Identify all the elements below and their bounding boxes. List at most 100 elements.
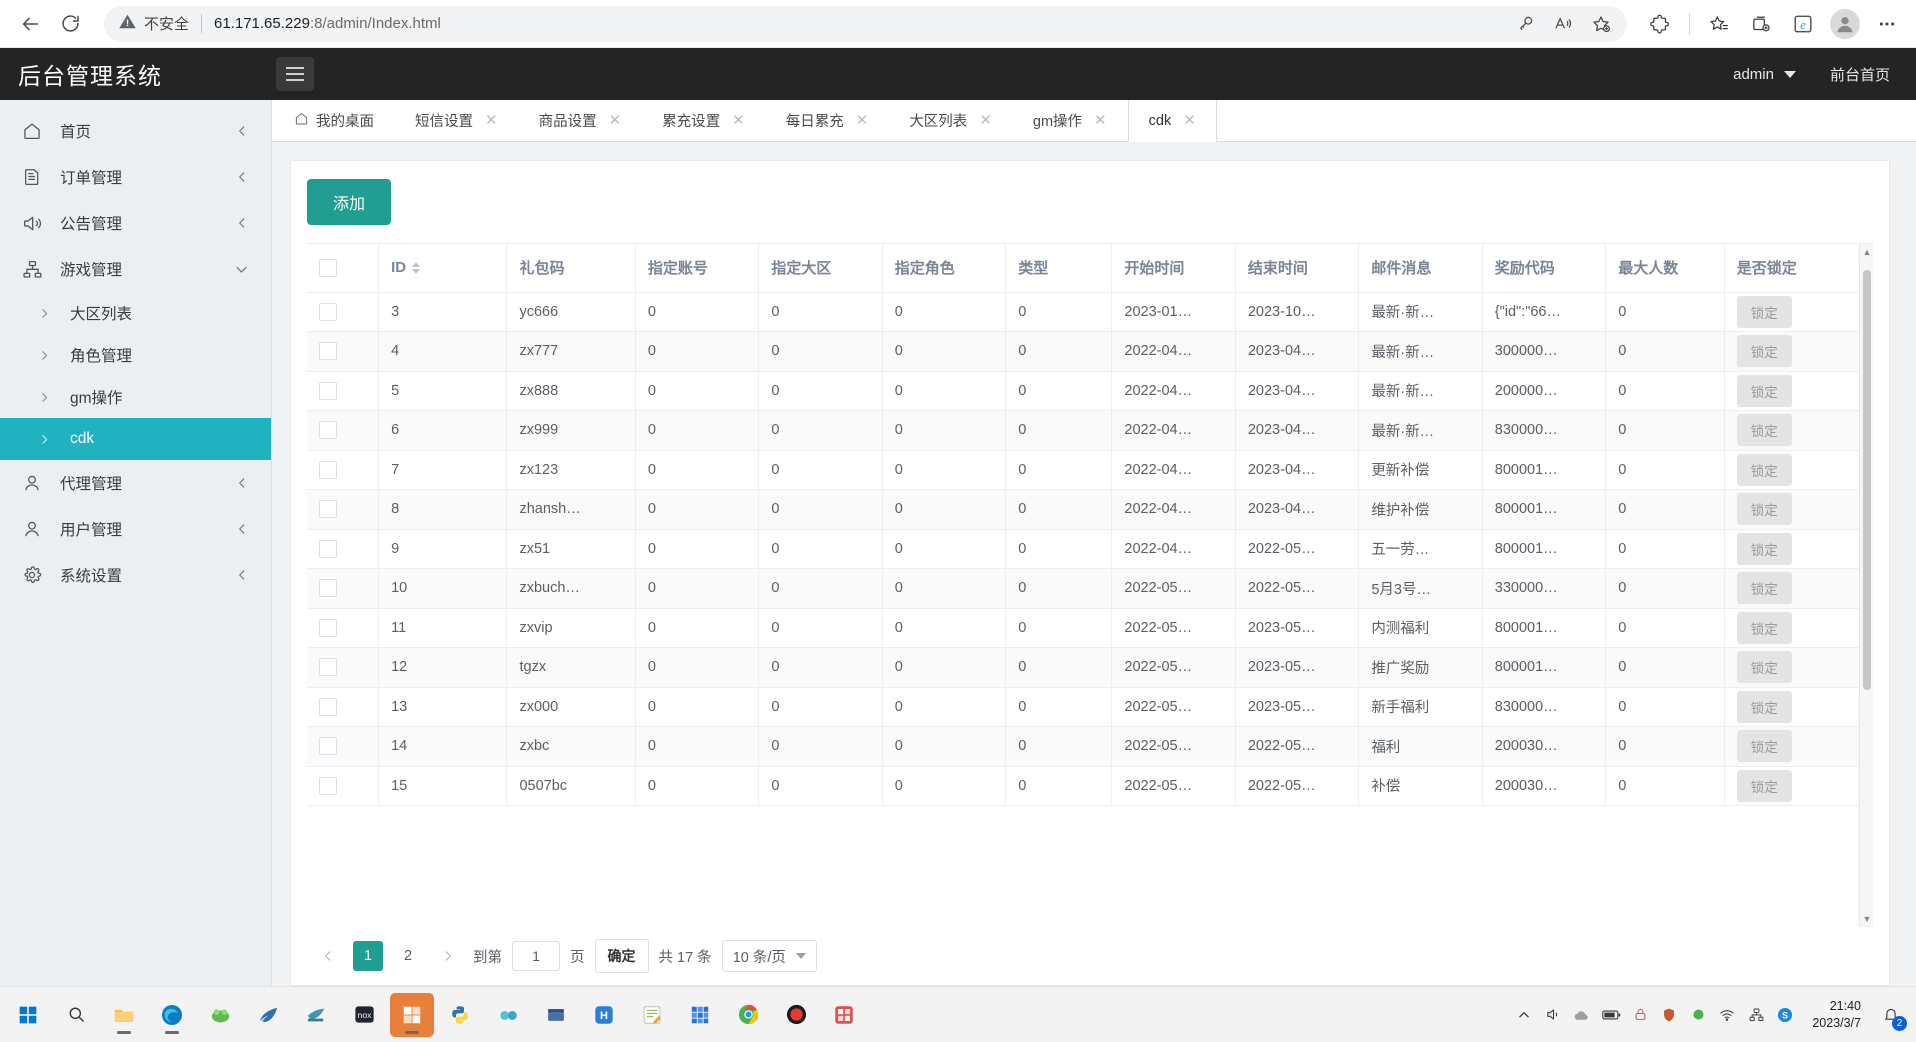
h-app-icon[interactable]: H [582,993,626,1037]
close-icon[interactable]: ✕ [1183,113,1196,128]
battery-icon[interactable] [1601,1005,1621,1025]
tab-region-list[interactable]: 大区列表 ✕ [889,100,1013,141]
column-id[interactable]: ID [379,244,507,292]
file-explorer-icon[interactable] [102,993,146,1037]
goto-page-input[interactable] [512,941,560,971]
security-indicator[interactable]: 不安全 [118,12,189,36]
lock-button[interactable]: 锁定 [1737,493,1792,525]
page-button-2[interactable]: 2 [393,941,423,971]
close-icon[interactable]: ✕ [1094,113,1107,128]
page-size-select[interactable]: 10 条/页 [722,940,817,972]
lock-button[interactable]: 锁定 [1737,651,1792,683]
row-checkbox[interactable] [319,737,337,755]
lock-button[interactable]: 锁定 [1737,335,1792,367]
row-checkbox[interactable] [319,342,337,360]
tab-daily-recharge[interactable]: 每日累充 ✕ [766,100,890,141]
app-cloud-icon[interactable] [486,993,530,1037]
sidebar-item-home[interactable]: 首页 [0,108,271,154]
app-pixel-icon[interactable] [678,993,722,1037]
tab-product-settings[interactable]: 商品设置 ✕ [519,100,643,141]
lock-button[interactable]: 锁定 [1737,572,1792,604]
sidebar-item-system-settings[interactable]: 系统设置 [0,552,271,598]
sort-icon[interactable] [412,262,420,274]
lock-button[interactable]: 锁定 [1737,691,1792,723]
table-vertical-scrollbar[interactable]: ▲ ▼ [1859,244,1873,927]
next-page-button[interactable] [433,941,463,971]
profile-icon[interactable] [1826,5,1864,43]
ie-mode-icon[interactable]: e [1784,5,1822,43]
row-checkbox[interactable] [319,500,337,518]
back-button[interactable] [10,4,50,44]
lock-button[interactable]: 锁定 [1737,612,1792,644]
python-icon[interactable] [438,993,482,1037]
lock-button[interactable]: 锁定 [1737,454,1792,486]
search-icon[interactable] [54,993,98,1037]
table-row[interactable]: 12tgzx00002022-05…2023-05…推广奖励800001…0锁定 [307,648,1873,688]
chrome-icon[interactable] [726,993,770,1037]
sidebar-item-game-management[interactable]: 游戏管理 [0,246,271,292]
volume-icon[interactable] [1543,1005,1563,1025]
app-window-icon[interactable] [534,993,578,1037]
row-checkbox[interactable] [319,698,337,716]
key-icon[interactable] [1513,12,1537,36]
table-row[interactable]: 7zx12300002022-04…2023-04…更新补偿800001…0锁定 [307,450,1873,490]
row-checkbox[interactable] [319,579,337,597]
lock-button[interactable]: 锁定 [1737,375,1792,407]
edge-icon[interactable] [150,993,194,1037]
sidebar-item-agent-management[interactable]: 代理管理 [0,460,271,506]
cloud-icon[interactable] [1572,1005,1592,1025]
row-checkbox[interactable] [319,540,337,558]
row-checkbox[interactable] [319,461,337,479]
sidebar-item-cdk[interactable]: cdk [0,418,271,460]
lock-icon[interactable] [1630,1005,1650,1025]
lock-button[interactable]: 锁定 [1737,770,1792,802]
row-checkbox[interactable] [319,658,337,676]
app-grid-icon[interactable] [822,993,866,1037]
row-checkbox[interactable] [319,382,337,400]
prev-page-button[interactable] [313,941,343,971]
lock-button[interactable]: 锁定 [1737,414,1792,446]
sidebar-item-gm-operations[interactable]: gm操作 [0,376,271,418]
reload-button[interactable] [50,4,90,44]
select-all-checkbox[interactable] [319,259,337,277]
favorites-icon[interactable] [1700,5,1738,43]
close-icon[interactable]: ✕ [979,113,992,128]
lock-button[interactable]: 锁定 [1737,730,1792,762]
table-row[interactable]: 11zxvip00002022-05…2023-05…内测福利800001…0锁… [307,608,1873,648]
row-checkbox[interactable] [319,777,337,795]
sidebar-item-announcements[interactable]: 公告管理 [0,200,271,246]
notepad-icon[interactable] [630,993,674,1037]
settings-more-icon[interactable] [1868,5,1906,43]
close-icon[interactable]: ✕ [732,113,745,128]
confirm-button[interactable]: 确定 [595,939,649,973]
table-row[interactable]: 6zx99900002022-04…2023-04…最新·新…830000…0锁… [307,411,1873,451]
shield-icon[interactable] [1659,1005,1679,1025]
table-row[interactable]: 5zx88800002022-04…2023-04…最新·新…200000…0锁… [307,371,1873,411]
sidebar-item-user-management[interactable]: 用户管理 [0,506,271,552]
front-page-link[interactable]: 前台首页 [1830,64,1890,85]
read-aloud-icon[interactable] [1551,12,1575,36]
table-row[interactable]: 8zhansh…00002022-04…2023-04…维护补偿800001…0… [307,490,1873,530]
lock-button[interactable]: 锁定 [1737,296,1792,328]
notification-center-button[interactable]: 2 [1878,1002,1904,1028]
app-blue-icon[interactable] [246,993,290,1037]
table-row[interactable]: 150507bc00002022-05…2022-05…补偿200030…0锁定 [307,766,1873,806]
nox-icon[interactable]: nox [342,993,386,1037]
tab-my-desktop[interactable]: 我的桌面 [280,100,395,141]
row-checkbox[interactable] [319,421,337,439]
close-icon[interactable]: ✕ [609,113,622,128]
address-bar[interactable]: 不安全 61.171.65.229:8/admin/Index.html [104,6,1627,42]
page-button-1[interactable]: 1 [353,941,383,971]
app-orange-active-icon[interactable] [390,993,434,1037]
tab-gm-operations[interactable]: gm操作 ✕ [1013,100,1128,141]
lock-button[interactable]: 锁定 [1737,533,1792,565]
table-row[interactable]: 4zx77700002022-04…2023-04…最新·新…300000…0锁… [307,332,1873,372]
hamburger-icon[interactable] [276,57,314,91]
sidebar-item-region-list[interactable]: 大区列表 [0,292,271,334]
table-row[interactable]: 3yc66600002023-01…2023-10…最新·新…{"id":"66… [307,292,1873,332]
sidebar-item-orders[interactable]: 订单管理 [0,154,271,200]
start-icon[interactable] [6,993,50,1037]
green-dot-icon[interactable] [1688,1005,1708,1025]
close-icon[interactable]: ✕ [485,113,498,128]
wifi-icon[interactable] [1717,1005,1737,1025]
